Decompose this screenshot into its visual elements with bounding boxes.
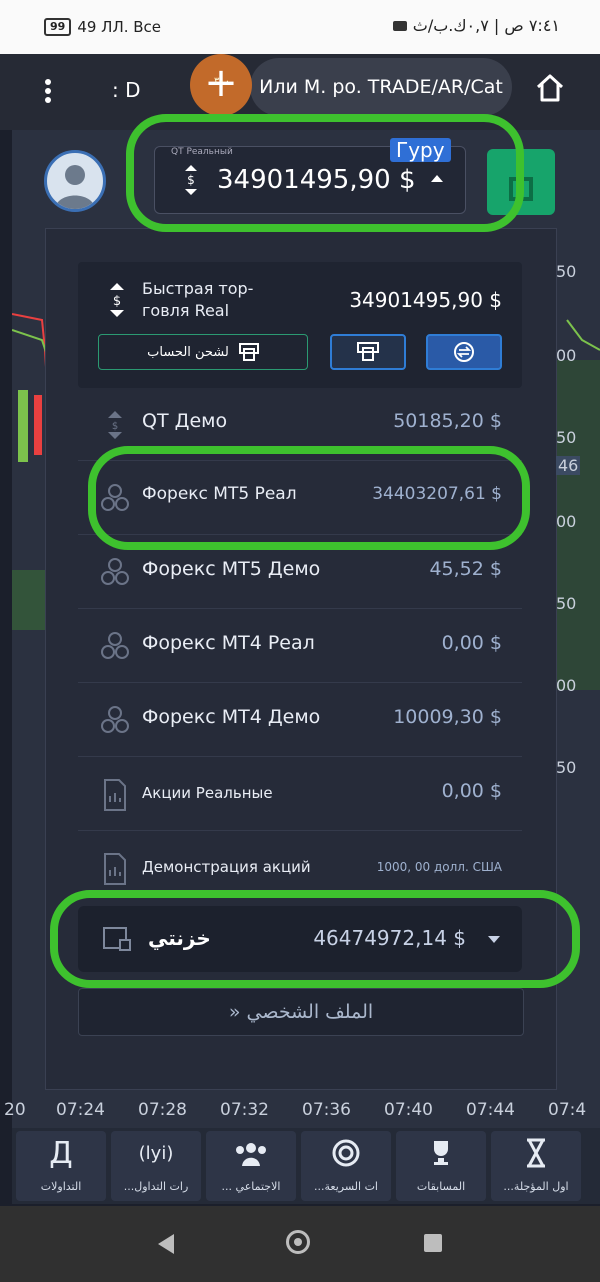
time-tick: 07:36 [302, 1100, 351, 1120]
status-bar: 99 49 ЛЛ. Все ٧:٤١ ص | ٠,٧ك.ب/ث [0, 0, 600, 54]
status-left: 99 49 ЛЛ. Все [44, 18, 161, 36]
toolbar-title: : D [112, 78, 141, 102]
battery-indicator: 99 [44, 18, 72, 36]
recent-apps-icon[interactable] [424, 1234, 442, 1252]
document-chart-icon [104, 853, 126, 885]
letter-d-icon: Д [49, 1135, 73, 1171]
forex-cluster-icon [101, 558, 129, 585]
account-label: QT Демо [142, 410, 228, 432]
time-tick: 07:4 [548, 1100, 587, 1120]
highlight-account-selector [126, 114, 524, 232]
user-icon [55, 165, 95, 209]
withdraw-button[interactable] [330, 334, 406, 370]
menu-dots-icon[interactable] [44, 76, 52, 106]
nav-label: ...رات التداول [123, 1180, 189, 1193]
account-amount: 10009,30 $ [393, 706, 502, 728]
nav-quick-trades[interactable]: ...ات السريعة [301, 1131, 391, 1201]
atm-icon [357, 342, 379, 361]
system-navigation-bar [0, 1206, 600, 1282]
account-amount: 1000, 00 долл. США [376, 860, 502, 874]
nav-tournaments[interactable]: المسابقات [396, 1131, 486, 1201]
indicators-icon: (lyi) [138, 1142, 174, 1164]
balance-arrows-icon: $ [108, 411, 122, 439]
url-bar[interactable]: Или М. po. TRADE/AR/Cat [250, 58, 512, 116]
nav-trades[interactable]: Д التداولات [16, 1131, 106, 1201]
account-row-forex-mt4-real[interactable]: Форекс МТ4 Реал 0,00 $ [78, 610, 522, 683]
account-amount: 0,00 $ [441, 632, 502, 654]
hourglass-icon [491, 1137, 581, 1169]
account-amount: 50185,20 $ [393, 410, 502, 432]
price-tick-current: 46 [556, 456, 581, 475]
atm-icon [238, 343, 259, 361]
account-label: Форекс МТ5 Демо [142, 558, 321, 580]
time-tick: 07:40 [384, 1100, 433, 1120]
time-tick: 07:32 [220, 1100, 269, 1120]
status-right: ٧:٤١ ص | ٠,٧ك.ب/ث [392, 16, 560, 35]
price-tick: 50 [556, 262, 577, 281]
nav-social[interactable]: ... الاجتماعي [206, 1131, 296, 1201]
forex-cluster-icon [101, 706, 129, 733]
forex-cluster-icon [101, 632, 129, 659]
price-tick: 00 [556, 676, 577, 695]
price-tick: 50 [556, 428, 577, 447]
plus-badge: ٣٠٠ [214, 76, 231, 87]
balance-arrows-icon: $ [110, 283, 124, 317]
time-axis: 20 07:24 07:28 07:32 07:36 07:40 07:44 0… [0, 1098, 600, 1126]
real-account-amount: 34901495,90 $ [349, 288, 502, 312]
transfer-button[interactable] [426, 334, 502, 370]
nav-label: المسابقات [416, 1180, 466, 1193]
svg-text:$: $ [112, 421, 118, 432]
time-tick: 20 [4, 1100, 26, 1120]
time-tick: 07:24 [56, 1100, 105, 1120]
account-label: Акции Реальные [142, 784, 273, 802]
time-tick: 07:28 [138, 1100, 187, 1120]
quick-trade-real-card[interactable]: $ Быстрая тор-говля Real 34901495,90 $ ل… [78, 262, 522, 388]
nav-label: ...اول المؤجلة [503, 1180, 569, 1193]
avatar[interactable] [44, 150, 106, 212]
home-icon[interactable] [534, 72, 566, 104]
topup-label: لشحن الحساب [147, 344, 229, 360]
clock-text: ٧:٤١ ص | ٠,٧ك.ب/ث [412, 16, 560, 35]
bottom-nav: Д التداولات (lyi) ...رات التداول ... الا… [12, 1128, 600, 1204]
highlight-wallet [50, 890, 580, 988]
account-label: Форекс МТ4 Реал [142, 632, 315, 654]
account-label: Форекс МТ4 Демо [142, 706, 321, 728]
nav-label: ... الاجتماعي [221, 1180, 281, 1193]
time-tick: 07:44 [466, 1100, 515, 1120]
real-account-title: Быстрая тор-говля Real [142, 279, 254, 320]
price-tick: 50 [556, 594, 577, 613]
nav-label: ...ات السريعة [314, 1180, 378, 1193]
account-amount: 0,00 $ [441, 780, 502, 802]
price-tick: 00 [556, 512, 577, 531]
social-icon [206, 1137, 296, 1169]
highlight-mt5-real [88, 446, 530, 550]
svg-text:$: $ [113, 294, 121, 309]
document-chart-icon [104, 779, 126, 811]
account-label: Демонстрация акций [142, 858, 311, 876]
home-circle-icon[interactable] [286, 1230, 310, 1254]
nav-pending-trades[interactable]: ...اول المؤجلة [491, 1131, 581, 1201]
nav-label: التداولات [40, 1180, 82, 1193]
trophy-icon [396, 1137, 486, 1169]
topup-button[interactable]: لشحن الحساب [98, 334, 308, 370]
camera-icon [392, 20, 407, 31]
price-tick: 00 [556, 346, 577, 365]
transfer-icon [454, 342, 474, 362]
nav-indicators[interactable]: (lyi) ...رات التداول [111, 1131, 201, 1201]
target-icon [301, 1137, 391, 1169]
price-tick: 50 [556, 758, 577, 777]
account-row-forex-mt4-demo[interactable]: Форекс МТ4 Демо 10009,30 $ [78, 684, 522, 757]
account-row-stocks-real[interactable]: Акции Реальные 0,00 $ [78, 758, 522, 831]
back-icon[interactable] [158, 1234, 174, 1254]
profile-button[interactable]: » الملف الشخصي [78, 988, 524, 1036]
account-amount: 45,52 $ [429, 558, 502, 580]
network-text: 49 ЛЛ. Все [77, 18, 162, 36]
